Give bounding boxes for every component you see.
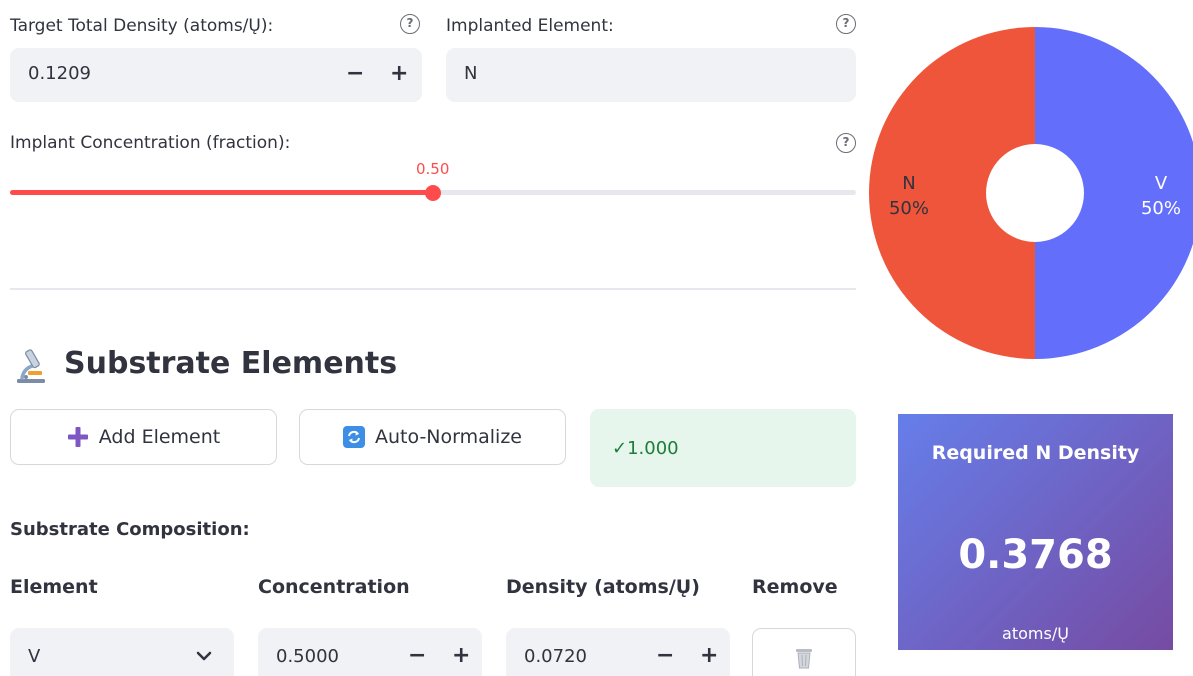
concentration-input-value: 0.5000 xyxy=(276,646,339,667)
substrate-density-increment-button[interactable]: + xyxy=(700,645,718,667)
density-help-icon[interactable]: ? xyxy=(400,14,420,34)
donut-slice-v xyxy=(1035,27,1193,359)
metric-unit: atoms/Ų xyxy=(1002,624,1069,643)
density-value: 0.1209 xyxy=(28,63,91,84)
column-header-remove: Remove xyxy=(752,576,838,598)
auto-normalize-label: Auto-Normalize xyxy=(374,426,522,448)
section-divider xyxy=(10,288,856,290)
concentration-slider-fill xyxy=(10,190,433,195)
implanted-value: N xyxy=(464,63,478,84)
metric-value: 0.3768 xyxy=(958,532,1113,578)
density-input[interactable]: 0.1209 − + xyxy=(10,48,422,102)
slice-percent-v: 50% xyxy=(1141,198,1181,219)
column-header-concentration: Concentration xyxy=(258,576,410,598)
substrate-density-value: 0.0720 xyxy=(524,646,587,667)
implanted-label: Implanted Element: xyxy=(446,16,614,36)
concentration-decrement-button[interactable]: − xyxy=(408,645,426,667)
column-header-element: Element xyxy=(10,576,98,598)
implanted-element-input[interactable]: N xyxy=(446,48,856,102)
auto-normalize-button[interactable]: Auto-Normalize xyxy=(299,409,566,465)
substrate-density-decrement-button[interactable]: − xyxy=(656,645,674,667)
metric-title: Required N Density xyxy=(931,442,1140,464)
concentration-help-icon[interactable]: ? xyxy=(836,133,856,153)
composition-donut-chart: N 50% V 50% xyxy=(869,27,1193,359)
add-element-label: Add Element xyxy=(98,426,221,448)
density-label: Target Total Density (atoms/Ų): xyxy=(10,16,274,36)
density-increment-button[interactable]: + xyxy=(390,63,408,85)
density-decrement-button[interactable]: − xyxy=(346,63,364,85)
concentration-increment-button[interactable]: + xyxy=(452,645,470,667)
normalization-status-text: ✓1.000 xyxy=(612,437,679,459)
slice-label-v: V xyxy=(1155,173,1168,194)
normalization-status: ✓1.000 xyxy=(590,409,856,487)
concentration-input[interactable]: 0.5000 − + xyxy=(258,628,482,676)
element-select-value: V xyxy=(28,646,41,667)
refresh-icon xyxy=(342,426,365,448)
substrate-density-input[interactable]: 0.0720 − + xyxy=(506,628,730,676)
composition-label: Substrate Composition: xyxy=(10,519,250,540)
slice-label-n: N xyxy=(902,173,915,194)
concentration-slider-thumb[interactable] xyxy=(425,185,441,201)
add-element-button[interactable]: Add Element xyxy=(10,409,277,465)
plus-icon xyxy=(67,427,88,447)
remove-row-button[interactable] xyxy=(752,628,856,676)
column-header-density: Density (atoms/Ų) xyxy=(506,576,700,598)
concentration-slider-value: 0.50 xyxy=(416,160,450,178)
trash-icon xyxy=(796,649,812,669)
element-select[interactable]: V xyxy=(10,628,234,676)
concentration-label: Implant Concentration (fraction): xyxy=(10,133,291,153)
microscope-icon xyxy=(14,347,48,385)
slice-percent-n: 50% xyxy=(889,198,929,219)
substrate-section-title: Substrate Elements xyxy=(64,346,398,381)
implanted-help-icon[interactable]: ? xyxy=(836,14,856,34)
required-density-card: Required N Density 0.3768 atoms/Ų xyxy=(898,414,1173,650)
chevron-down-icon xyxy=(196,651,212,661)
donut-slice-n xyxy=(869,27,1035,359)
